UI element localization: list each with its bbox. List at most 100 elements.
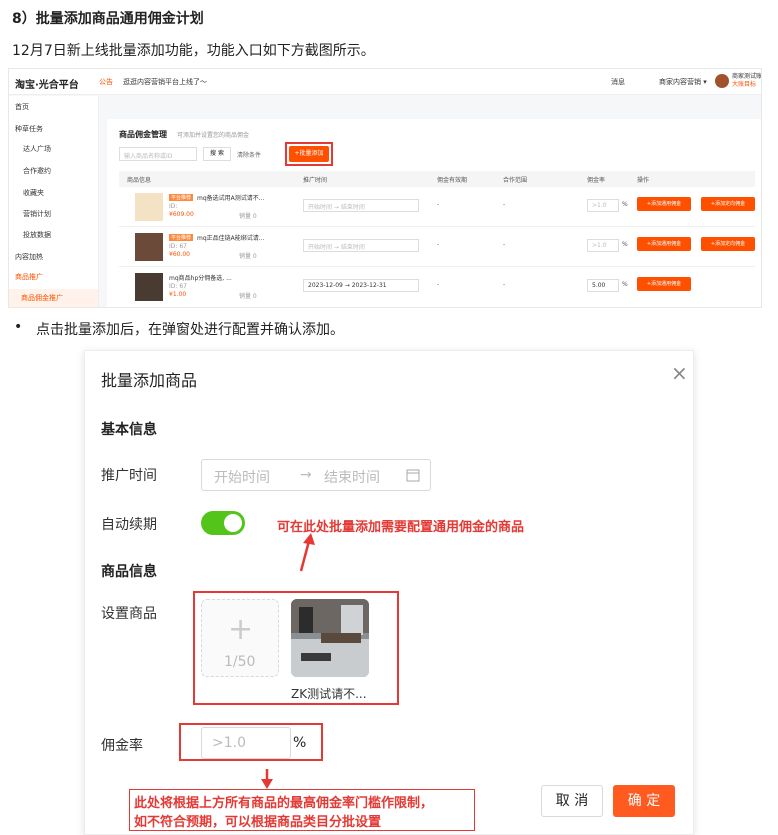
add-general-commission-button[interactable]: +添加通用佣金 bbox=[637, 277, 691, 291]
cancel-button[interactable]: 取 消 bbox=[541, 785, 603, 817]
label-auto-renew: 自动续期 bbox=[101, 517, 157, 533]
rate-input[interactable]: >1.0 bbox=[201, 727, 291, 759]
arrow-icon: → bbox=[300, 467, 312, 483]
top-bar: 淘宝·光合平台 公告 逛逛内容营销平台上线了～ 消息 商家内容营销 ▾ 商家测试… bbox=[9, 69, 762, 95]
product-name[interactable]: mq商品hp分佣备选, ... bbox=[169, 273, 232, 282]
col-validity: 佣金有效期 bbox=[437, 177, 468, 184]
sidebar-item-favorites[interactable]: 收藏夹 bbox=[23, 188, 44, 198]
sidebar: 首页 种草任务 达人广场 合作邀约 收藏夹 营销计划 投放数据 内容加热 商品推… bbox=[9, 96, 99, 307]
validity-value: - bbox=[437, 201, 440, 208]
col-rate: 佣金率 bbox=[587, 177, 606, 184]
product-id: ID: 67 bbox=[169, 243, 187, 250]
col-actions: 操作 bbox=[637, 177, 650, 184]
product-id: ID: 67 bbox=[169, 283, 187, 290]
product-price: ¥60.00 bbox=[169, 251, 190, 258]
notice-text[interactable]: 逛逛内容营销平台上线了～ bbox=[123, 77, 207, 87]
sidebar-item-plans[interactable]: 营销计划 bbox=[23, 209, 51, 219]
rate-input[interactable]: >1.0 bbox=[587, 239, 619, 252]
rate-unit: % bbox=[622, 241, 628, 248]
annotation-arrow-down-icon bbox=[261, 769, 273, 789]
calendar-icon[interactable] bbox=[406, 468, 420, 482]
toggle-knob bbox=[224, 514, 242, 532]
role-switcher[interactable]: 商家内容营销 ▾ bbox=[659, 77, 707, 87]
bullet-text: 点击批量添加后，在弹窗处进行配置并确认添加。 bbox=[36, 322, 344, 338]
product-name: ZK测试请不... bbox=[291, 687, 367, 701]
rate-unit: % bbox=[293, 735, 307, 751]
sidebar-item-home[interactable]: 首页 bbox=[15, 102, 29, 112]
add-general-commission-button[interactable]: +添加通用佣金 bbox=[637, 237, 691, 251]
recommend-tag: 平台推荐 bbox=[169, 194, 194, 201]
table-row: mq商品hp分佣备选, ... ID: 67 ¥1.00 销量 0 2023-1… bbox=[119, 267, 755, 307]
close-icon[interactable]: × bbox=[671, 361, 688, 385]
modal-title: 批量添加商品 bbox=[101, 371, 198, 390]
message-link[interactable]: 消息 bbox=[611, 77, 625, 87]
validity-value: - bbox=[437, 281, 440, 288]
add-general-commission-button[interactable]: +添加通用佣金 bbox=[637, 197, 691, 211]
product-name[interactable]: mq正品佳链A能绑试请... bbox=[197, 233, 264, 242]
product-sales: 销量 0 bbox=[239, 213, 257, 220]
bullet-dot: • bbox=[14, 319, 23, 335]
section-heading: 8）批量添加商品通用佣金计划 bbox=[12, 11, 204, 27]
batch-add-button[interactable]: +批量添加 bbox=[289, 146, 329, 162]
entry-screenshot: 淘宝·光合平台 公告 逛逛内容营销平台上线了～ 消息 商家内容营销 ▾ 商家测试… bbox=[8, 68, 762, 308]
time-range-input[interactable]: 开始时间 → 结束时间 bbox=[303, 199, 419, 212]
product-thumbnail bbox=[135, 273, 163, 301]
user-info[interactable]: 商家测试账 大账目标 bbox=[732, 73, 762, 89]
sidebar-item-promotion[interactable]: 商品推广 bbox=[15, 272, 43, 282]
add-targeted-commission-button[interactable]: +添加定向佣金 bbox=[701, 197, 755, 211]
product-sales: 销量 0 bbox=[239, 293, 257, 300]
sidebar-item-tasks[interactable]: 种草任务 bbox=[15, 124, 43, 134]
recommend-tag: 平台推荐 bbox=[169, 234, 194, 241]
rate-unit: % bbox=[622, 281, 628, 288]
product-sales: 销量 0 bbox=[239, 253, 257, 260]
search-button[interactable]: 搜 索 bbox=[203, 147, 231, 161]
platform-logo[interactable]: 淘宝·光合平台 bbox=[15, 76, 79, 91]
add-targeted-commission-button[interactable]: +添加定向佣金 bbox=[701, 237, 755, 251]
product-thumbnail bbox=[135, 233, 163, 261]
table-row: 平台推荐 mq备选试用A测试请不... ID: ¥609.00 销量 0 开始时… bbox=[119, 187, 755, 227]
rate-input[interactable]: >1.0 bbox=[587, 199, 619, 212]
upload-count: 1/50 bbox=[224, 654, 256, 670]
section-basic-title: 基本信息 bbox=[101, 422, 157, 438]
intro-paragraph: 12月7日新上线批量添加功能，功能入口如下方截图所示。 bbox=[12, 43, 375, 59]
time-range-input[interactable]: 开始时间 → 结束时间 bbox=[303, 239, 419, 252]
user-sub: 大账目标 bbox=[732, 81, 757, 88]
sidebar-item-boost[interactable]: 内容加热 bbox=[15, 252, 43, 262]
sidebar-item-invite[interactable]: 合作邀约 bbox=[23, 166, 51, 176]
table-header: 商品信息 推广时间 佣金有效期 合作范围 佣金率 操作 bbox=[119, 171, 755, 187]
label-promo-time: 推广时间 bbox=[101, 468, 157, 484]
sidebar-item-data[interactable]: 投放数据 bbox=[23, 230, 51, 240]
auto-renew-toggle[interactable] bbox=[201, 511, 245, 535]
upload-area[interactable]: + 1/50 bbox=[201, 599, 279, 677]
scope-value: - bbox=[503, 201, 506, 208]
product-price: ¥1.00 bbox=[169, 291, 187, 298]
sidebar-item-square[interactable]: 达人广场 bbox=[23, 144, 51, 154]
panel-title: 商品佣金管理 bbox=[119, 130, 167, 139]
promo-time-range-input[interactable]: 开始时间 → 结束时间 bbox=[201, 459, 431, 491]
end-time-placeholder: 结束时间 bbox=[324, 470, 380, 486]
label-set-goods: 设置商品 bbox=[101, 606, 157, 622]
search-input[interactable]: 输入商品名称或ID bbox=[119, 147, 197, 161]
plus-icon: + bbox=[228, 612, 254, 647]
batch-add-modal: 批量添加商品 × 基本信息 推广时间 开始时间 → 结束时间 自动续期 可在此处… bbox=[84, 350, 694, 835]
product-name[interactable]: mq备选试用A测试请不... bbox=[197, 193, 264, 202]
rate-unit: % bbox=[622, 201, 628, 208]
annotation-arrow-up-icon bbox=[299, 533, 315, 572]
start-time-placeholder: 开始时间 bbox=[214, 470, 270, 486]
time-range-input[interactable]: 2023-12-09 → 2023-12-31 bbox=[303, 279, 419, 292]
confirm-button[interactable]: 确 定 bbox=[613, 785, 675, 817]
product-price: ¥609.00 bbox=[169, 211, 194, 218]
scope-value: - bbox=[503, 241, 506, 248]
user-name: 商家测试账 bbox=[732, 73, 762, 80]
room-image bbox=[291, 599, 369, 677]
rate-input[interactable]: 5.00 bbox=[587, 279, 619, 292]
section-goods-title: 商品信息 bbox=[101, 564, 157, 580]
product-thumbnail[interactable] bbox=[291, 599, 369, 677]
sidebar-item-commission[interactable]: 商品佣金推广 bbox=[9, 289, 98, 307]
validity-value: - bbox=[437, 241, 440, 248]
col-goods: 商品信息 bbox=[127, 177, 152, 184]
col-scope: 合作范围 bbox=[503, 177, 528, 184]
annotation-rate-line2: 如不符合预期，可以根据商品类目分批设置 bbox=[134, 815, 382, 830]
avatar[interactable] bbox=[715, 74, 729, 88]
clear-button[interactable]: 清除条件 bbox=[237, 150, 261, 159]
